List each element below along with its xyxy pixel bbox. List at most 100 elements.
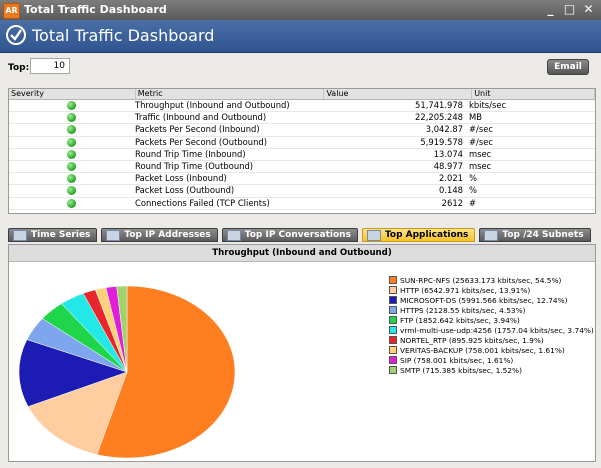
legend-swatch <box>389 306 397 314</box>
tab-time-series[interactable]: Time Series <box>8 228 98 242</box>
severity-cell <box>9 100 133 111</box>
table-row[interactable]: Packets Per Second (Inbound) 3,042.87 #/se… <box>9 124 595 137</box>
legend-item: HTTPS (2128.55 kbits/sec, 4.53%) <box>389 305 594 315</box>
unit-cell: msec <box>469 148 492 159</box>
value-cell: 51,741.978 <box>415 100 463 110</box>
unit-cell: msec <box>469 160 492 171</box>
tab-label: Top /24 Subnets <box>502 230 584 240</box>
status-ok-icon <box>67 186 76 196</box>
severity-cell <box>9 173 133 184</box>
legend-label: SMTP (715.385 kbits/sec, 1.52%) <box>400 365 522 375</box>
metric-cell: Packet Loss (Inbound) <box>135 173 227 184</box>
chart-tab-icon <box>366 229 381 241</box>
email-button[interactable]: Email <box>547 59 589 75</box>
severity-cell <box>9 137 133 148</box>
table-row[interactable]: Throughput (Inbound and Outbound) 51,741.… <box>9 100 595 113</box>
window-title: Total Traffic Dashboard <box>24 3 167 16</box>
tab-top-ip-conversations[interactable]: Top IP Conversations <box>221 228 358 242</box>
top-count-input[interactable] <box>30 58 70 74</box>
table-row[interactable]: Packets Per Second (Outbound) 5,919.578 #/… <box>9 137 595 149</box>
legend-item: NORTEL_RTP (895.925 kbits/sec, 1.9%) <box>389 335 594 345</box>
status-ok-icon <box>67 113 76 123</box>
legend-label: vrml-multi-use-udp:4256 (1757.04 kbits/s… <box>400 325 594 335</box>
severity-cell <box>9 149 133 160</box>
metrics-table: Severity Metric Value Unit Throughput (I… <box>8 88 596 214</box>
table-row[interactable]: Traffic (Inbound and Outbound) 22,205.248… <box>9 112 595 125</box>
metric-cell: Round Trip Time (Inbound) <box>135 148 246 159</box>
unit-cell: #/sec <box>469 124 493 135</box>
minimize-button[interactable]: _ <box>544 2 557 17</box>
unit-cell: kbits/sec <box>469 100 507 110</box>
legend-label: HTTP (6542.971 kbits/sec, 13.91%) <box>400 285 531 295</box>
column-header-value[interactable]: Value <box>324 89 473 99</box>
dashboard-header: Total Traffic Dashboard <box>0 20 601 53</box>
chart-legend: SUN-RPC-NFS (25633.173 kbits/sec, 54.5%)… <box>389 275 594 375</box>
unit-cell: MB <box>469 112 482 123</box>
top-label: Top: <box>8 63 30 73</box>
metric-cell: Connections Failed (TCP Clients) <box>135 197 270 208</box>
tab-top-subnets[interactable]: Top /24 Subnets <box>479 228 591 242</box>
table-row[interactable]: Packet Loss (Inbound) 2.021% <box>9 173 595 186</box>
close-button[interactable]: ✕ <box>582 2 595 17</box>
legend-label: HTTPS (2128.55 kbits/sec, 4.53%) <box>400 305 526 315</box>
chart-tab-icon <box>106 229 121 241</box>
maximize-button[interactable]: □ <box>563 2 576 17</box>
legend-swatch <box>389 356 397 364</box>
severity-cell <box>9 112 133 123</box>
legend-item: SMTP (715.385 kbits/sec, 1.52%) <box>389 365 594 375</box>
value-cell: 13.074 <box>433 148 463 159</box>
legend-swatch <box>389 336 397 344</box>
tab-label: Time Series <box>31 230 91 240</box>
table-row[interactable]: Round Trip Time (Inbound) 13.074 msec <box>9 149 595 161</box>
legend-swatch <box>389 286 397 294</box>
unit-cell: # <box>469 197 477 208</box>
pie-chart <box>18 285 236 459</box>
checkmark-icon <box>6 25 26 45</box>
value-cell: 22,205.248 <box>415 112 463 123</box>
table-row[interactable]: Connections Failed (TCP Clients) 2612 # <box>9 198 595 210</box>
legend-swatch <box>389 316 397 324</box>
table-row[interactable]: Round Trip Time (Outbound) 48.977 msec <box>9 160 595 174</box>
column-header-unit[interactable]: Unit <box>472 89 595 99</box>
status-ok-icon <box>67 198 76 208</box>
chart-tab-icon <box>484 229 499 241</box>
severity-cell <box>9 161 133 172</box>
legend-label: FTP (1852.642 kbits/sec, 3.94%) <box>400 315 520 325</box>
column-header-metric[interactable]: Metric <box>136 89 325 99</box>
chart-title: Throughput (Inbound and Outbound) <box>9 245 595 262</box>
status-ok-icon <box>67 101 76 110</box>
tab-top-applications[interactable]: Top Applications <box>361 228 476 242</box>
legend-item: vrml-multi-use-udp:4256 (1757.04 kbits/s… <box>389 325 594 335</box>
legend-swatch <box>389 366 397 374</box>
table-row[interactable]: Packet Loss (Outbound) 0.148% <box>9 185 595 198</box>
legend-item: VERITAS-BACKUP (758.001 kbits/sec, 1.61%… <box>389 345 594 355</box>
legend-label: MICROSOFT-DS (5991.566 kbits/sec, 12.74%… <box>400 295 568 305</box>
unit-cell: #/sec <box>469 136 493 147</box>
chart-tab-icon <box>226 229 241 241</box>
tab-label: Top IP Addresses <box>124 230 211 240</box>
legend-label: VERITAS-BACKUP (758.001 kbits/sec, 1.61%… <box>400 345 565 355</box>
column-header-severity[interactable]: Severity <box>9 89 136 99</box>
legend-item: SUN-RPC-NFS (25633.173 kbits/sec, 54.5%) <box>389 275 594 285</box>
legend-item: HTTP (6542.971 kbits/sec, 13.91%) <box>389 285 594 295</box>
value-cell: 0.148 <box>439 185 463 196</box>
chart-panel: Throughput (Inbound and Outbound) SUN-RP… <box>8 244 596 462</box>
tab-label: Top IP Conversations <box>244 230 351 240</box>
legend-item: MICROSOFT-DS (5991.566 kbits/sec, 12.74%… <box>389 295 594 305</box>
page-title: Total Traffic Dashboard <box>32 26 215 45</box>
legend-swatch <box>389 326 397 334</box>
metric-cell: Round Trip Time (Outbound) <box>135 160 254 171</box>
legend-label: NORTEL_RTP (895.925 kbits/sec, 1.9%) <box>400 335 544 345</box>
value-cell: 2.021 <box>439 173 463 184</box>
metric-cell: Packets Per Second (Outbound) <box>135 136 268 147</box>
status-ok-icon <box>67 174 76 184</box>
unit-cell: % <box>469 173 477 184</box>
table-header: Severity Metric Value Unit <box>9 89 595 100</box>
view-tabs: Time Series Top IP Addresses Top IP Conver… <box>8 228 594 244</box>
severity-cell <box>9 198 133 209</box>
chart-tab-icon <box>13 229 27 241</box>
tab-top-ip-addresses[interactable]: Top IP Addresses <box>101 228 218 242</box>
tab-label: Top Applications <box>384 230 469 240</box>
severity-cell <box>9 185 133 196</box>
legend-label: SIP (758.001 kbits/sec, 1.61%) <box>400 355 514 365</box>
